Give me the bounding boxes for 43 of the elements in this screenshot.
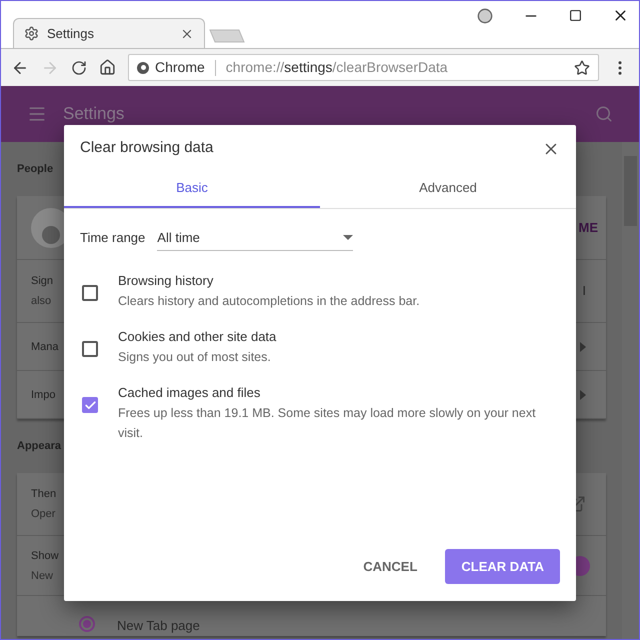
site-label: Chrome (155, 58, 205, 77)
tab-title: Settings (47, 24, 95, 43)
scrollbar[interactable] (622, 142, 639, 639)
dropdown-caret-icon (343, 235, 354, 240)
dialog-title: Clear browsing data (80, 138, 214, 158)
setting-text: Sign (31, 274, 54, 289)
maximize-icon[interactable] (569, 9, 582, 22)
radio-label: New Tab page (117, 617, 200, 635)
home-icon[interactable] (99, 59, 116, 76)
setting-text: also (31, 294, 52, 309)
clear-data-button[interactable]: CLEAR DATA (445, 549, 560, 584)
time-range-label: Time range (80, 229, 146, 248)
checkbox[interactable] (82, 397, 98, 413)
profile-icon[interactable] (477, 8, 493, 24)
time-range-dropdown[interactable]: All time (157, 225, 354, 251)
dialog-tab[interactable]: Advanced (320, 170, 576, 208)
option-label: Cached images and files (118, 384, 262, 402)
setting-text: Show (31, 548, 59, 564)
url-text: chrome://settings/clearBrowserData (226, 58, 449, 77)
checkbox[interactable] (82, 285, 98, 301)
setting-text: New (31, 568, 54, 584)
radio-button[interactable] (79, 616, 95, 632)
cancel-button[interactable]: CANCEL (359, 549, 422, 584)
option-label: Browsing history (118, 272, 214, 290)
dialog-tab[interactable]: Basic (64, 170, 320, 208)
section-heading: People (17, 162, 54, 177)
browser-tab[interactable]: Settings (13, 18, 205, 48)
header-title: Settings (63, 103, 126, 126)
setting-text: Oper (31, 507, 56, 522)
setting-text: Then (31, 487, 56, 502)
settings-icon (24, 26, 39, 41)
address-bar[interactable]: Chrome chrome://settings/clearBrowserData (128, 54, 599, 81)
section-heading: Appeara (17, 438, 62, 454)
bookmark-star-icon[interactable] (574, 60, 590, 76)
setting-text: Mana (31, 340, 59, 354)
option-description: Signs you out of most sites. (118, 349, 272, 366)
option-description: Clears history and autocompletions in the address bar. (118, 293, 421, 310)
setting-text: Impo (31, 388, 56, 402)
option-description: Frees up less than 19.1 MB. Some sites may load more slowly on your next visit. (118, 405, 537, 442)
reload-icon[interactable] (71, 60, 87, 76)
option-label: Cookies and other site data (118, 328, 278, 346)
setting-text: I (582, 282, 586, 300)
checkbox[interactable] (82, 341, 98, 357)
